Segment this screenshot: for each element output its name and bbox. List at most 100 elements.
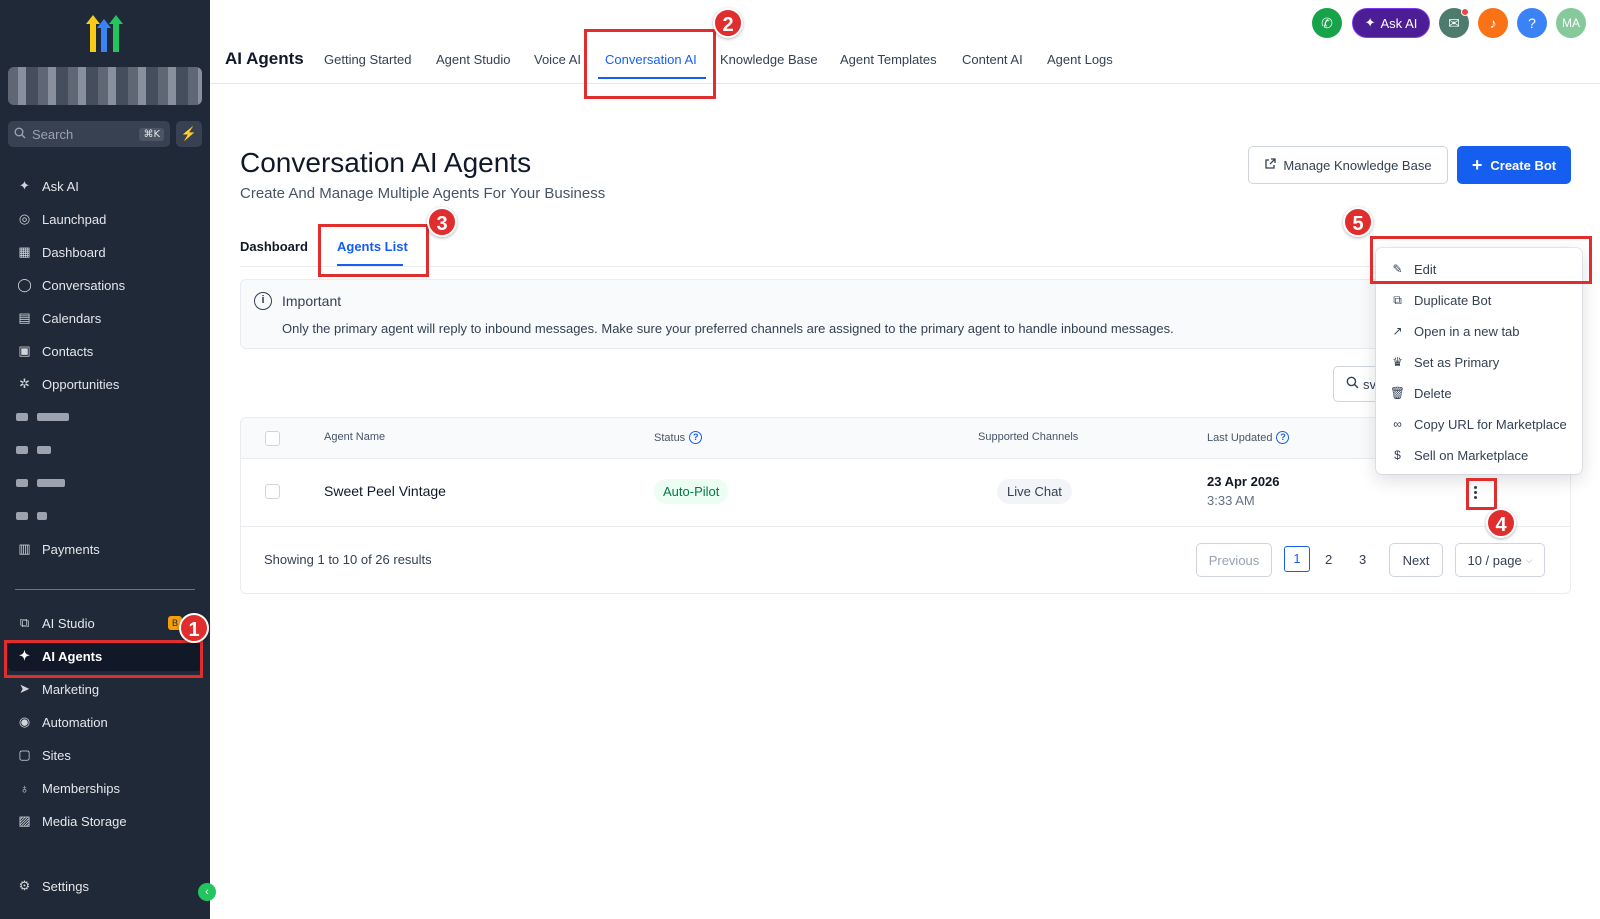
sidebar-item-payments[interactable]: ▥ Payments — [8, 534, 202, 564]
menu-item-duplicate-bot[interactable]: ⧉ Duplicate Bot — [1376, 285, 1582, 315]
page-2-button[interactable]: 2 — [1325, 552, 1332, 567]
menu-item-delete[interactable]: 🗑 Delete — [1376, 378, 1582, 408]
sidebar-item-redacted-4[interactable] — [8, 501, 202, 531]
plus-icon: + — [1471, 154, 1483, 175]
sites-icon: ▢ — [18, 747, 31, 762]
row-checkbox[interactable] — [265, 484, 280, 499]
tab-knowledge-base[interactable]: Knowledge Base — [720, 52, 818, 67]
sidebar-item-media-storage[interactable]: ▨ Media Storage — [8, 806, 202, 836]
help-icon[interactable]: ? — [1276, 431, 1290, 444]
avatar[interactable]: MA — [1556, 8, 1586, 38]
annotation-number-4: 4 — [1486, 508, 1516, 538]
sidebar-item-memberships[interactable]: ♁ Memberships — [8, 773, 202, 803]
tab-agent-logs[interactable]: Agent Logs — [1047, 52, 1113, 67]
menu-item-copy-url[interactable]: ∞ Copy URL for Marketplace — [1376, 409, 1582, 439]
status-badge: Auto-Pilot — [654, 479, 729, 504]
menu-item-set-primary[interactable]: ♛ Set as Primary — [1376, 347, 1582, 377]
redacted-label — [37, 512, 47, 520]
annotation-number-3: 3 — [427, 207, 457, 237]
contacts-icon: ▣ — [18, 343, 31, 358]
sidebar-item-label: Settings — [42, 878, 89, 894]
page-3-button[interactable]: 3 — [1359, 552, 1366, 567]
page-subtitle: Create And Manage Multiple Agents For Yo… — [240, 185, 606, 202]
tab-agent-templates[interactable]: Agent Templates — [840, 52, 937, 67]
menu-item-label: Delete — [1414, 385, 1452, 401]
notification-dot — [1461, 8, 1469, 16]
sidebar-collapse-button[interactable]: ‹ — [198, 883, 216, 901]
tab-agent-studio[interactable]: Agent Studio — [436, 52, 510, 67]
sidebar-item-label: Ask AI — [42, 178, 79, 194]
crown-icon: ♛ — [1392, 355, 1403, 369]
menu-item-open-new-tab[interactable]: ↗ Open in a new tab — [1376, 316, 1582, 346]
agent-name[interactable]: Sweet Peel Vintage — [324, 483, 446, 499]
brand-logo[interactable] — [82, 12, 128, 54]
tab-content-ai[interactable]: Content AI — [962, 52, 1023, 67]
sidebar-item-label: Media Storage — [42, 813, 127, 829]
sidebar-item-launchpad[interactable]: ◎ Launchpad — [8, 204, 202, 234]
ask-ai-button[interactable]: ✦ Ask AI — [1352, 8, 1430, 38]
annotation-box-3 — [318, 224, 429, 277]
redacted-icon — [16, 512, 28, 520]
menu-item-label: Set as Primary — [1414, 354, 1500, 370]
sidebar-item-sites[interactable]: ▢ Sites — [8, 740, 202, 770]
sidebar-item-automation[interactable]: ◉ Automation — [8, 707, 202, 737]
sidebar-item-redacted-2[interactable] — [8, 435, 202, 465]
sidebar-item-label: AI Studio — [42, 615, 95, 631]
phone-icon[interactable]: ✆ — [1312, 8, 1342, 38]
sidebar-item-label: Memberships — [42, 780, 121, 796]
last-updated-time: 3:33 AM — [1207, 493, 1255, 508]
last-updated-date: 23 Apr 2026 — [1207, 474, 1280, 489]
calendar-icon: ▤ — [18, 310, 31, 325]
sidebar-item-ask-ai[interactable]: ✦ Ask AI — [8, 171, 202, 201]
top-navigation: AI Agents Getting Started Agent Studio V… — [210, 0, 1600, 84]
tab-dashboard[interactable]: Dashboard — [240, 239, 308, 254]
select-all-checkbox[interactable] — [265, 431, 280, 446]
annotation-box-2 — [584, 29, 716, 99]
menu-item-sell-marketplace[interactable]: $ Sell on Marketplace — [1376, 440, 1582, 470]
sidebar-item-contacts[interactable]: ▣ Contacts — [8, 336, 202, 366]
quick-action-bolt-icon[interactable]: ⚡ — [176, 121, 202, 147]
copy-icon: ⧉ — [1393, 292, 1402, 307]
tab-voice-ai[interactable]: Voice AI — [534, 52, 581, 67]
sidebar-item-opportunities[interactable]: ✲ Opportunities — [8, 369, 202, 399]
award-icon: ♁ — [19, 780, 30, 796]
help-icon[interactable]: ? — [1517, 8, 1547, 38]
per-page-select[interactable]: 10 / page ⌵ — [1455, 543, 1545, 577]
redacted-icon — [16, 413, 28, 421]
sidebar-item-marketing[interactable]: ➤ Marketing — [8, 674, 202, 704]
menu-item-label: Duplicate Bot — [1414, 292, 1492, 308]
page-1-button[interactable]: 1 — [1284, 546, 1310, 572]
create-bot-button[interactable]: + Create Bot — [1457, 146, 1571, 184]
sidebar-search[interactable]: Search ⌘K — [8, 121, 170, 147]
help-icon[interactable]: ? — [689, 431, 703, 444]
next-page-button[interactable]: Next — [1389, 543, 1443, 577]
search-icon — [1346, 376, 1359, 392]
bell-icon[interactable]: ♪ — [1478, 8, 1508, 38]
sidebar-item-label: Marketing — [42, 681, 100, 697]
account-switcher[interactable] — [8, 67, 202, 105]
sidebar-item-redacted-1[interactable] — [8, 402, 202, 432]
app-title: AI Agents — [225, 49, 304, 68]
column-agent-name: Agent Name — [324, 431, 386, 443]
sidebar-divider — [15, 589, 195, 590]
annotation-number-5: 5 — [1343, 207, 1373, 237]
opportunities-icon: ✲ — [19, 376, 30, 391]
redacted-label — [37, 446, 51, 454]
sidebar-item-dashboard[interactable]: ▦ Dashboard — [8, 237, 202, 267]
tab-getting-started[interactable]: Getting Started — [324, 52, 411, 67]
redacted-icon — [16, 479, 28, 487]
annotation-number-1: 1 — [179, 613, 209, 643]
sidebar-item-redacted-3[interactable] — [8, 468, 202, 498]
sidebar-item-settings[interactable]: ⚙ Settings — [8, 871, 202, 901]
sidebar-item-calendars[interactable]: ▤ Calendars — [8, 303, 202, 333]
sidebar-item-conversations[interactable]: ◯ Conversations — [8, 270, 202, 300]
search-icon — [14, 127, 26, 142]
menu-item-label: Open in a new tab — [1414, 323, 1520, 339]
link-icon: ∞ — [1393, 417, 1402, 431]
gear-icon: ⚙ — [18, 878, 31, 893]
previous-page-button[interactable]: Previous — [1196, 543, 1272, 577]
search-placeholder: Search — [32, 126, 74, 142]
redacted-icon — [16, 446, 28, 454]
per-page-value: 10 / page — [1467, 552, 1522, 568]
manage-knowledge-base-button[interactable]: Manage Knowledge Base — [1248, 146, 1448, 184]
